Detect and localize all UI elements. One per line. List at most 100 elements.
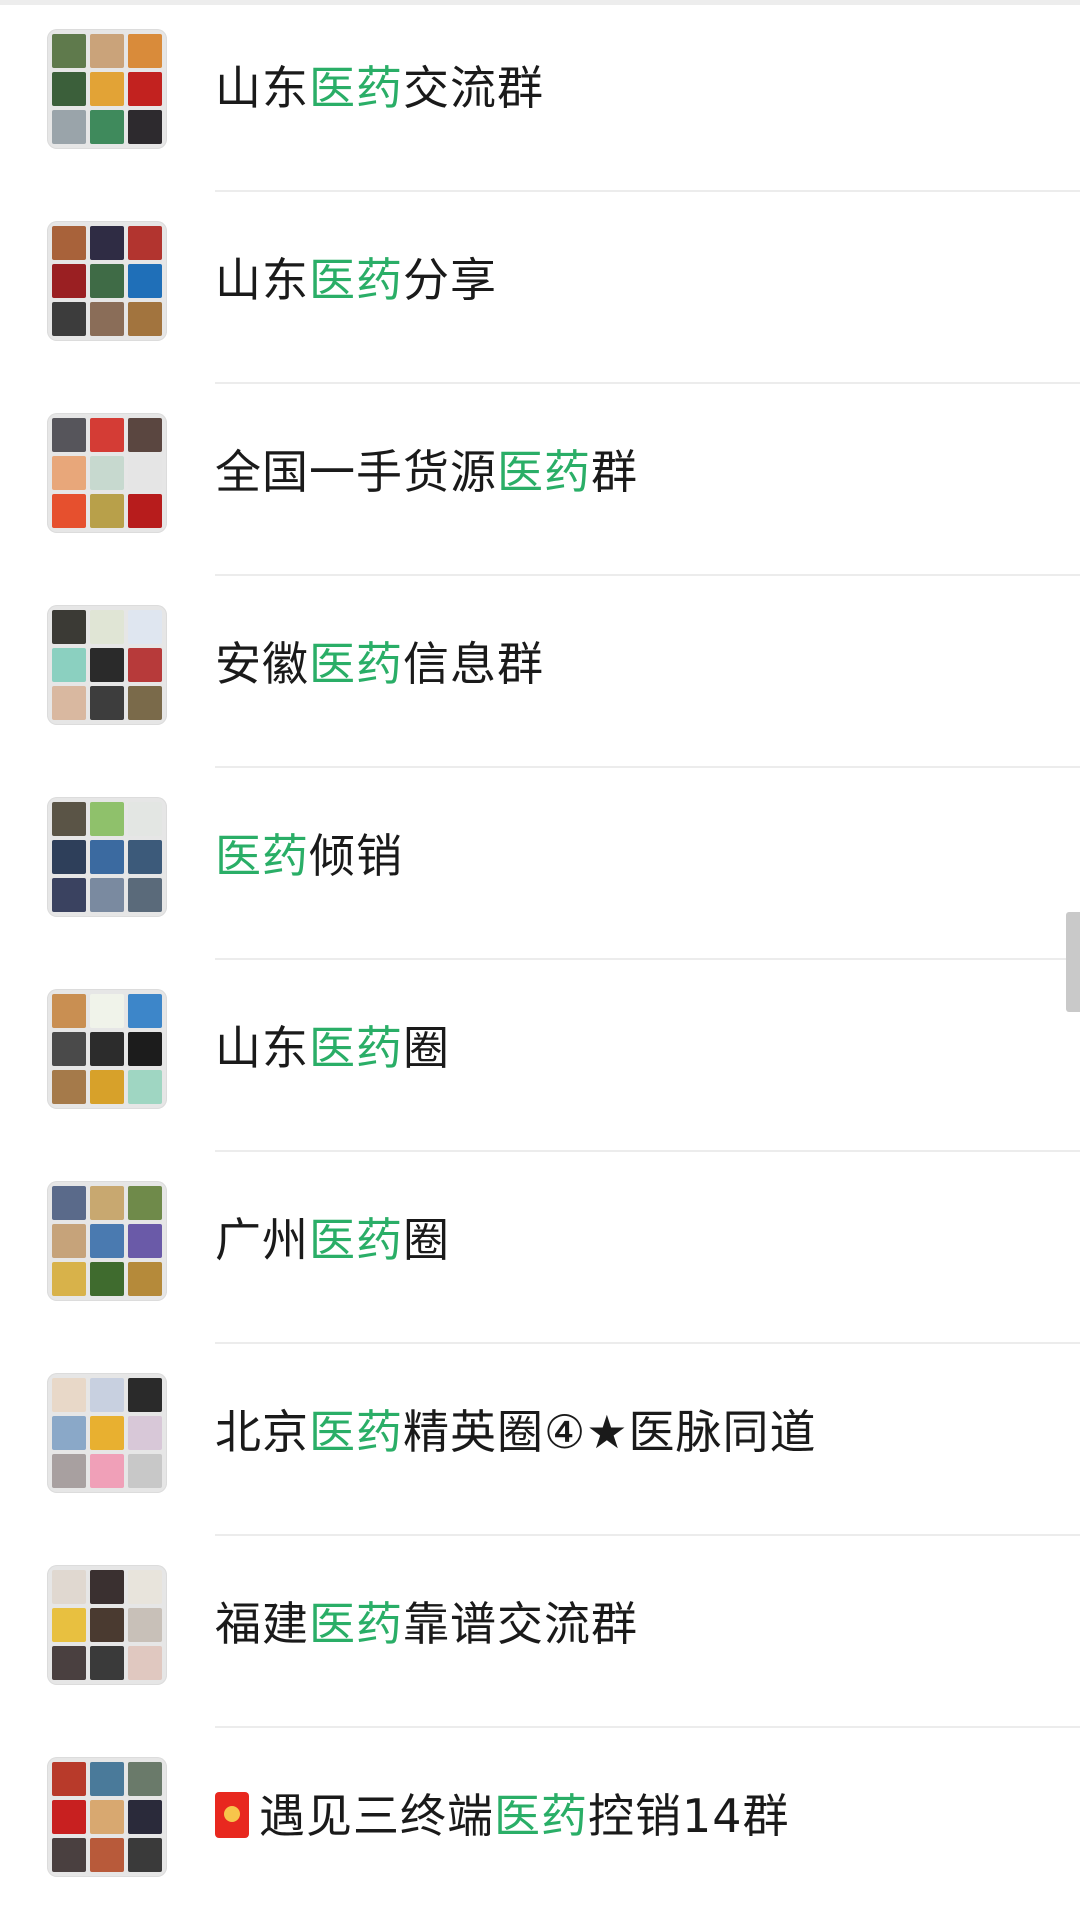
group-name-prefix: 北京 (215, 1405, 309, 1459)
member-avatar-tile (52, 1800, 86, 1834)
group-avatar (47, 605, 167, 725)
member-avatar-tile (90, 1608, 124, 1642)
group-name-prefix: 山东 (215, 61, 309, 115)
member-avatar-tile (52, 610, 86, 644)
member-avatar-tile (52, 34, 86, 68)
group-name-suffix: 群 (591, 445, 638, 499)
member-avatar-tile (90, 1032, 124, 1066)
member-avatar-tile (128, 1838, 162, 1872)
group-chat-row[interactable]: 广州医药圈 (0, 1152, 1080, 1344)
group-name-prefix: 安徽 (215, 637, 309, 691)
group-name: 安徽医药信息群 (215, 632, 544, 696)
member-avatar-tile (52, 648, 86, 682)
member-avatar-tile (128, 1762, 162, 1796)
member-avatar-tile (52, 1186, 86, 1220)
member-avatar-tile (52, 1838, 86, 1872)
member-avatar-tile (52, 686, 86, 720)
search-keyword-highlight: 医药 (309, 1597, 403, 1651)
scrollbar-thumb[interactable] (1066, 912, 1080, 1012)
member-avatar-tile (52, 110, 86, 144)
group-name: 遇见三终端医药控销14群 (215, 1784, 790, 1848)
group-chat-row[interactable]: 遇见三终端医药控销14群 (0, 1728, 1080, 1920)
member-avatar-tile (128, 34, 162, 68)
member-avatar-tile (52, 1224, 86, 1258)
member-avatar-tile (128, 226, 162, 260)
member-avatar-tile (52, 1032, 86, 1066)
member-avatar-tile (128, 1070, 162, 1104)
search-keyword-highlight: 医药 (309, 253, 403, 307)
member-avatar-tile (90, 72, 124, 106)
member-avatar-tile (128, 1608, 162, 1642)
member-avatar-tile (128, 72, 162, 106)
member-avatar-tile (128, 878, 162, 912)
search-keyword-highlight: 医药 (309, 61, 403, 115)
group-name: 医药倾销 (215, 824, 403, 888)
group-chat-row[interactable]: 山东医药圈 (0, 960, 1080, 1152)
member-avatar-tile (52, 1416, 86, 1450)
member-avatar-tile (90, 456, 124, 490)
group-name-suffix: 倾销 (309, 829, 403, 883)
group-chat-row[interactable]: 北京医药精英圈④★医脉同道 (0, 1344, 1080, 1536)
member-avatar-tile (52, 802, 86, 836)
search-keyword-highlight: 医药 (497, 445, 591, 499)
member-avatar-tile (128, 802, 162, 836)
member-avatar-tile (128, 1646, 162, 1680)
member-avatar-tile (128, 456, 162, 490)
member-avatar-tile (90, 418, 124, 452)
group-name: 全国一手货源医药群 (215, 440, 638, 504)
group-name-suffix: 信息群 (403, 637, 544, 691)
group-avatar (47, 29, 167, 149)
member-avatar-tile (128, 648, 162, 682)
member-avatar-tile (90, 1262, 124, 1296)
member-avatar-tile (90, 1186, 124, 1220)
member-avatar-tile (90, 1762, 124, 1796)
group-avatar (47, 221, 167, 341)
member-avatar-tile (90, 110, 124, 144)
member-avatar-tile (52, 1070, 86, 1104)
group-avatar (47, 989, 167, 1109)
group-name: 山东医药圈 (215, 1016, 450, 1080)
group-name-prefix: 遇见三终端 (259, 1789, 494, 1843)
member-avatar-tile (52, 456, 86, 490)
member-avatar-tile (52, 264, 86, 298)
member-avatar-tile (90, 648, 124, 682)
group-chat-row[interactable]: 全国一手货源医药群 (0, 384, 1080, 576)
group-chat-row[interactable]: 山东医药分享 (0, 192, 1080, 384)
member-avatar-tile (90, 1378, 124, 1412)
member-avatar-tile (52, 1608, 86, 1642)
member-avatar-tile (52, 494, 86, 528)
group-name: 福建医药靠谱交流群 (215, 1592, 638, 1656)
member-avatar-tile (90, 686, 124, 720)
group-chat-row[interactable]: 安徽医药信息群 (0, 576, 1080, 768)
member-avatar-tile (90, 34, 124, 68)
search-keyword-highlight: 医药 (309, 1213, 403, 1267)
group-name-suffix: 圈 (403, 1213, 450, 1267)
member-avatar-tile (128, 302, 162, 336)
member-avatar-tile (90, 802, 124, 836)
member-avatar-tile (128, 610, 162, 644)
member-avatar-tile (52, 418, 86, 452)
member-avatar-tile (90, 1416, 124, 1450)
group-name-prefix: 山东 (215, 253, 309, 307)
member-avatar-tile (90, 878, 124, 912)
member-avatar-tile (52, 1454, 86, 1488)
member-avatar-tile (128, 1032, 162, 1066)
group-chat-row[interactable]: 医药倾销 (0, 768, 1080, 960)
member-avatar-tile (90, 302, 124, 336)
member-avatar-tile (90, 494, 124, 528)
member-avatar-tile (52, 1262, 86, 1296)
member-avatar-tile (90, 226, 124, 260)
group-chat-row[interactable]: 山东医药交流群 (0, 0, 1080, 192)
group-name: 广州医药圈 (215, 1208, 450, 1272)
member-avatar-tile (128, 264, 162, 298)
group-name-prefix: 广州 (215, 1213, 309, 1267)
member-avatar-tile (128, 494, 162, 528)
group-name-suffix: 圈 (403, 1021, 450, 1075)
group-chat-row[interactable]: 福建医药靠谱交流群 (0, 1536, 1080, 1728)
search-keyword-highlight: 医药 (309, 637, 403, 691)
member-avatar-tile (52, 994, 86, 1028)
member-avatar-tile (52, 1570, 86, 1604)
group-name-suffix: 靠谱交流群 (403, 1597, 638, 1651)
member-avatar-tile (90, 840, 124, 874)
group-name: 北京医药精英圈④★医脉同道 (215, 1400, 816, 1464)
